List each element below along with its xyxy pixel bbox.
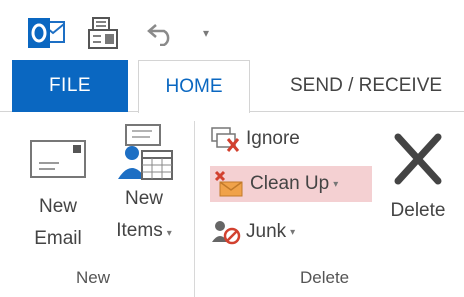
customize-toolbar-button[interactable]: ▾: [199, 24, 213, 42]
chevron-down-icon: ▾: [290, 226, 296, 238]
delete-button[interactable]: Delete: [378, 133, 458, 233]
delete-label: Delete: [390, 200, 446, 221]
delete-x-icon: [394, 133, 442, 185]
tab-home[interactable]: HOME: [138, 60, 250, 113]
new-email-button[interactable]: New Email: [22, 131, 94, 263]
quick-access-toolbar: ▾: [0, 0, 464, 60]
junk-label: Junk: [246, 221, 287, 242]
ignore-icon: [210, 125, 242, 153]
calendar-contact-icon: [112, 121, 176, 183]
new-items-label-1: New: [124, 188, 163, 209]
junk-button[interactable]: Junk ▾: [206, 214, 326, 250]
envelope-icon: [29, 137, 87, 181]
ignore-label: Ignore: [246, 128, 300, 149]
junk-icon: [210, 218, 242, 246]
clean-up-label: Clean Up: [250, 173, 330, 194]
new-items-label-2: Items ▾: [100, 215, 188, 250]
ribbon-home: New Email New Items ▾ New Ignore Clean U…: [0, 113, 464, 297]
send-receive-all-icon[interactable]: [87, 16, 121, 50]
undo-icon[interactable]: [146, 20, 176, 47]
group-label-new: New: [76, 268, 111, 287]
group-divider: [194, 121, 195, 297]
new-items-label-text: Items: [116, 220, 163, 241]
new-email-label-1: New: [38, 196, 77, 217]
clean-up-button[interactable]: Clean Up ▾: [210, 166, 372, 202]
chevron-down-icon: ▾: [166, 228, 172, 239]
group-label-delete: Delete: [300, 268, 350, 287]
ribbon-tabs: FILE HOME SEND / RECEIVE: [0, 60, 464, 113]
ignore-button[interactable]: Ignore: [206, 121, 336, 157]
tab-send-receive[interactable]: SEND / RECEIVE: [272, 60, 464, 112]
new-email-label-2: Email: [34, 228, 82, 249]
clean-up-icon: [214, 170, 246, 198]
chevron-down-icon: ▾: [333, 178, 339, 190]
outlook-icon[interactable]: [26, 18, 66, 48]
tab-file[interactable]: FILE: [12, 60, 128, 112]
new-items-button[interactable]: New Items ▾: [100, 121, 188, 263]
